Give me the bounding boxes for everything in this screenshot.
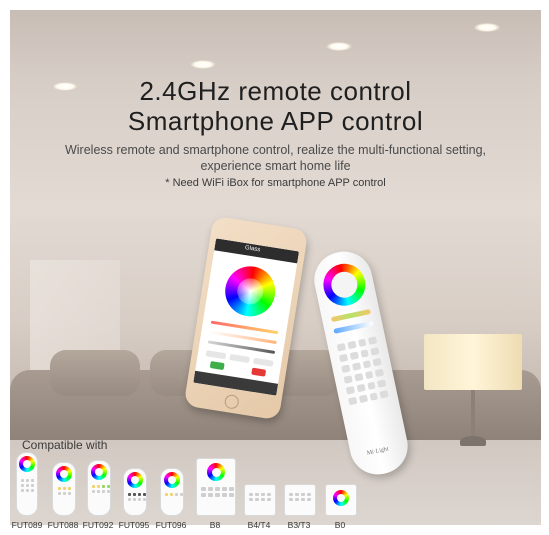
color-ring-icon [333,490,349,506]
remote-key[interactable] [368,336,378,345]
remote-key[interactable] [370,347,380,356]
description-line2: experience smart home life [200,159,351,173]
wifi-ibox-note: * Need WiFi iBox for smartphone APP cont… [165,177,386,189]
remote-key[interactable] [366,381,376,391]
remote-key[interactable] [341,364,351,374]
keypad-icon [289,493,311,501]
b3-t3-thumbnail[interactable] [284,484,316,516]
on-button[interactable] [209,361,225,371]
keypad-icon [128,493,146,501]
fut092-thumbnail[interactable] [87,460,111,516]
model-label: B8 [209,520,221,530]
remote-key[interactable] [351,362,361,371]
ceiling [10,10,541,80]
remote-key[interactable] [359,349,370,358]
sofa-cushion [50,350,140,396]
model-label: FUT096 [155,520,187,530]
remote-key[interactable] [379,390,389,399]
color-ring-icon [56,466,72,482]
model-label: FUT092 [82,520,114,530]
keypad-icon [249,493,271,501]
ceiling-light [474,23,500,32]
fut088-thumbnail[interactable] [52,462,76,516]
keypad-icon [165,493,183,496]
model-label: B3/T3 [287,520,311,530]
remote-key[interactable] [356,383,366,393]
remote-key[interactable] [338,353,348,363]
model-label: FUT089 [11,520,43,530]
mode-button[interactable] [205,350,227,360]
headline-line1: 2.4GHz remote control [139,76,412,106]
color-wheel-icon[interactable] [221,262,279,320]
app-screen: Glass [193,238,300,396]
color-ring-center [328,269,360,301]
b4-t4-thumbnail[interactable] [244,484,276,516]
compatible-label: Compatible with [22,438,108,452]
remote-key[interactable] [343,375,353,384]
headline-line2: Smartphone APP control [127,106,424,136]
keypad-icon [58,487,71,495]
color-ring-icon [19,456,35,472]
mode-button[interactable] [252,357,274,367]
remote-key[interactable] [354,373,364,382]
remote-key[interactable] [345,386,355,395]
remote-key[interactable] [349,351,359,361]
remote-key[interactable] [372,357,382,367]
remote-key[interactable] [369,392,379,401]
b8-thumbnail[interactable] [196,458,236,516]
remote-key[interactable] [364,370,374,380]
model-label: FUT088 [47,520,79,530]
remote-key[interactable] [347,340,357,350]
remote-key[interactable] [358,394,368,404]
keypad-icon [92,485,110,493]
fut096-thumbnail[interactable] [160,468,184,516]
app-screen-title: Glass [244,245,261,254]
remote-key[interactable] [357,338,367,348]
b0-thumbnail[interactable] [325,484,357,516]
product-banner: 2.4GHz remote control Smartphone APP con… [10,10,541,525]
color-ring-icon [164,472,180,488]
color-ring-icon [91,464,107,480]
ceiling-light [326,42,352,51]
description-line1: Wireless remote and smartphone control, … [64,143,487,157]
home-button-icon [223,393,240,410]
remote-key[interactable] [377,379,387,388]
mode-button[interactable] [229,353,250,364]
app-status-bar: Glass [214,238,300,264]
keypad-icon [201,487,234,497]
off-button[interactable] [251,367,267,377]
lamp-base [460,436,486,446]
model-label: B0 [334,520,346,530]
remote-key[interactable] [348,396,358,406]
color-wheel-center [235,276,266,307]
lamp-pole [471,390,475,440]
fut095-thumbnail[interactable] [123,468,147,516]
remote-keypad [336,336,389,406]
ceiling-light [190,60,216,69]
color-ring-icon[interactable] [319,259,370,310]
remote-key[interactable] [375,368,385,378]
remote-key[interactable] [336,343,346,352]
brightness-touch-bar[interactable] [330,308,371,323]
color-ring-icon [127,472,143,488]
model-label: B4/T4 [247,520,271,530]
remote-key[interactable] [362,360,372,369]
remote-brand-logo: Mi·Light [366,446,390,457]
fut089-thumbnail[interactable] [16,452,38,516]
color-ring-icon [207,463,225,481]
keypad-icon [21,479,34,492]
model-label: FUT095 [118,520,150,530]
lamp-shade [424,334,522,390]
white-touch-bar[interactable] [333,320,374,334]
